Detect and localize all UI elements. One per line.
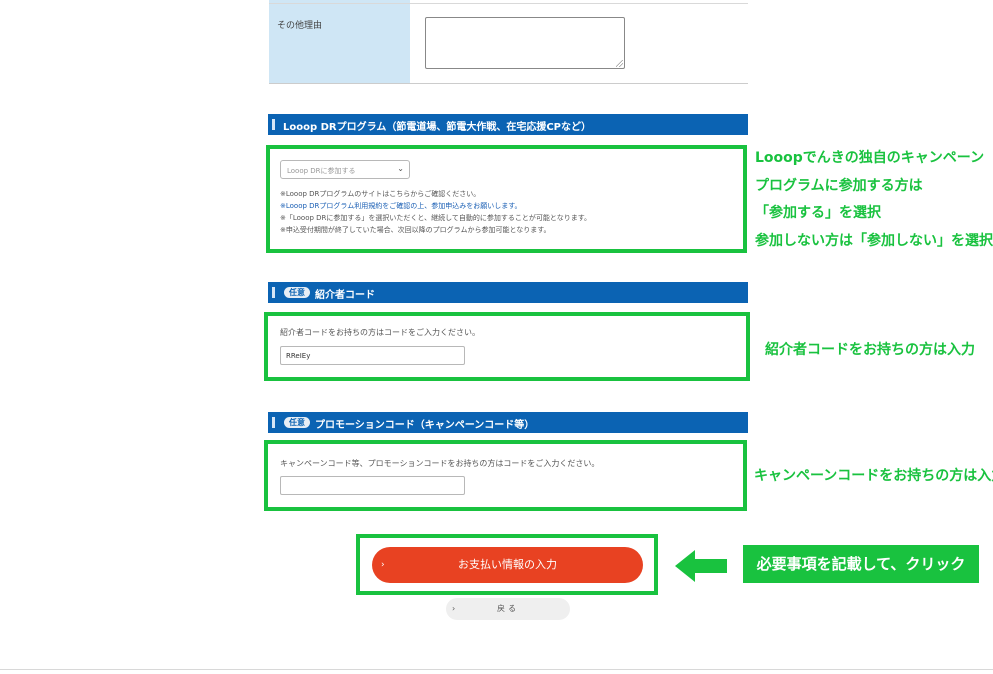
section-accent-mark — [272, 119, 275, 130]
referrer-callout: 紹介者コードをお持ちの方は入力 — [765, 342, 975, 358]
promo-section-title: プロモーションコード（キャンペーンコード等） — [315, 420, 535, 431]
arrow-left-icon — [675, 550, 727, 582]
looop-dr-note: ※Looop DRプログラム利用規約をご確認の上、参加申込みをお願いします。 — [280, 201, 522, 211]
promo-code-input[interactable] — [280, 476, 465, 495]
other-reason-label: その他理由 — [277, 21, 323, 31]
looop-dr-select[interactable]: Looop DRに参加する ⌄ — [280, 160, 410, 179]
payment-info-button-label: お支払い情報の入力 — [458, 558, 557, 571]
back-button-label: 戻る — [497, 604, 519, 613]
chevron-right-icon: › — [452, 604, 456, 613]
looop-dr-note: ※Looop DRプログラムのサイトはこちらからご確認ください。 — [280, 190, 481, 198]
referrer-code-input[interactable]: RReIEy — [280, 346, 465, 365]
referrer-code-value: RReIEy — [286, 352, 311, 360]
back-button[interactable]: › 戻る — [446, 598, 570, 620]
referrer-hint: 紹介者コードをお持ちの方はコードをご入力ください。 — [280, 328, 480, 337]
looop-dr-section-header: Looop DRプログラム（節電道場、節電大作戦、在宅応援CPなど） — [268, 114, 748, 135]
footer-divider — [0, 669, 993, 670]
looop-dr-note: ※「Looop DRに参加する」を選択いただくと、継続して自動的に参加することが… — [280, 214, 592, 222]
looop-callout-line: プログラムに参加する方は — [755, 178, 923, 194]
section-accent-mark — [272, 417, 275, 428]
optional-badge: 任意 — [284, 417, 310, 428]
payment-info-button[interactable]: › お支払い情報の入力 — [372, 547, 643, 583]
terms-link[interactable]: ※Looop DRプログラム利用規約をご確認の上、参加申込みをお願いします。 — [280, 202, 522, 210]
looop-dr-section-title: Looop DRプログラム（節電道場、節電大作戦、在宅応援CPなど） — [283, 122, 591, 133]
table-top-divider — [269, 3, 748, 4]
promo-hint: キャンペーンコード等、プロモーションコードをお持ちの方はコードをご入力ください。 — [280, 459, 600, 468]
table-bottom-divider — [269, 83, 748, 84]
other-reason-textarea[interactable] — [425, 17, 625, 69]
looop-callout-line: 「参加する」を選択 — [755, 205, 881, 221]
section-accent-mark — [272, 287, 275, 298]
looop-dr-note: ※申込受付期間が終了していた場合、次回以降のプログラムから参加可能となります。 — [280, 226, 551, 234]
other-reason-label-cell: その他理由 — [269, 0, 410, 83]
chevron-right-icon: › — [381, 560, 385, 570]
resize-grip-icon[interactable] — [616, 60, 623, 67]
promo-section-header: 任意 プロモーションコード（キャンペーンコード等） — [268, 412, 748, 433]
looop-callout-line: Looopでんきの独自のキャンペーン — [755, 150, 985, 166]
promo-callout: キャンペーンコードをお持ちの方は入力 — [754, 468, 993, 484]
referrer-section-header: 任意 紹介者コード — [268, 282, 748, 303]
action-instruction-label: 必要事項を記載して、クリック — [743, 545, 979, 583]
referrer-section-title: 紹介者コード — [315, 290, 375, 301]
looop-callout-line: 参加しない方は「参加しない」を選択 — [755, 233, 993, 249]
optional-badge: 任意 — [284, 287, 310, 298]
chevron-down-icon: ⌄ — [397, 164, 404, 173]
looop-dr-select-value: Looop DRに参加する — [287, 167, 356, 175]
